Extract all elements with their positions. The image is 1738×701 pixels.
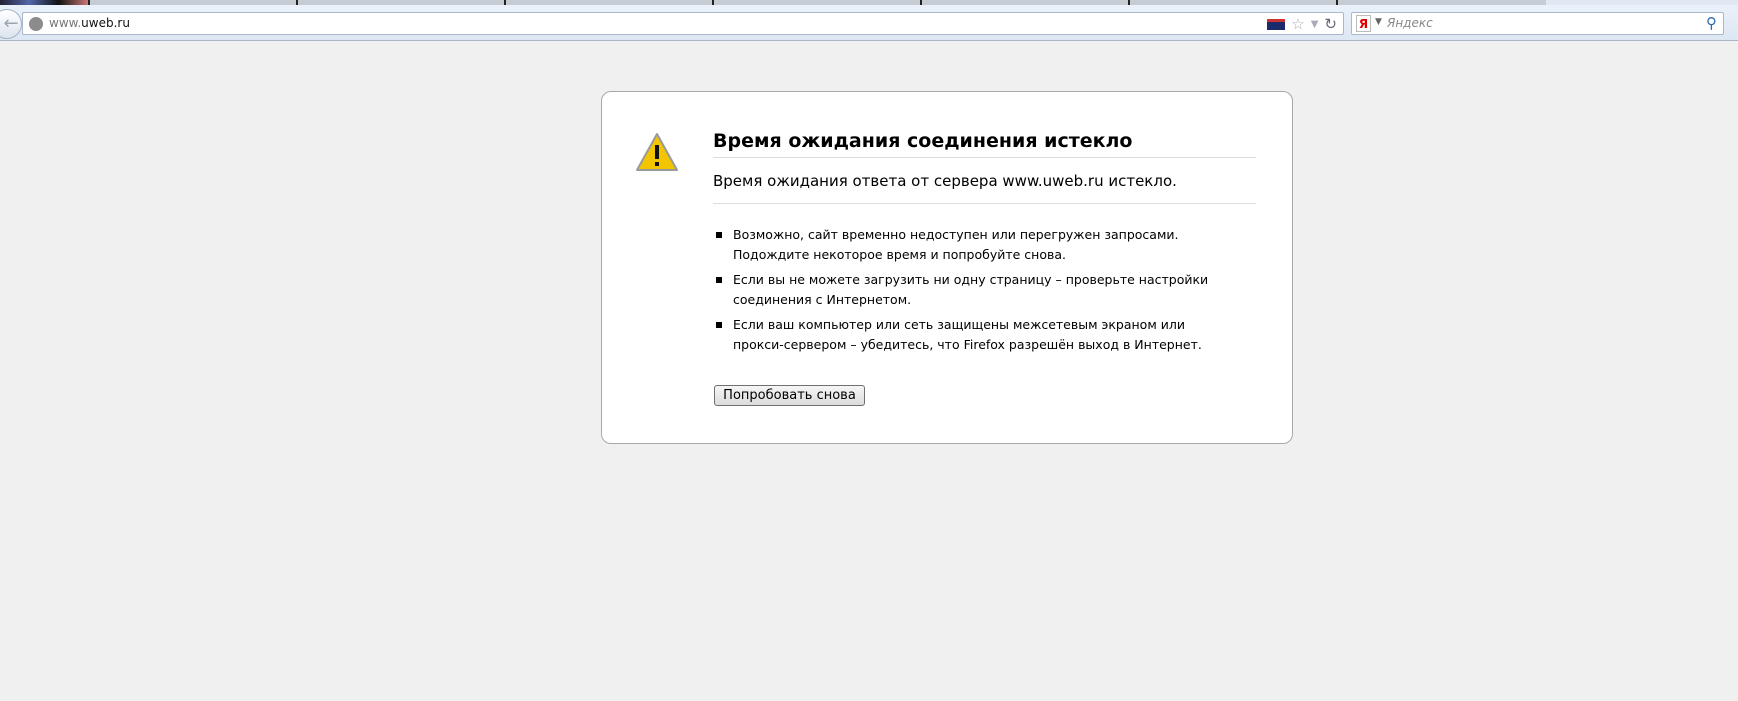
reload-icon[interactable]: ↻ <box>1324 15 1337 33</box>
error-title: Время ожидания соединения истекло <box>713 130 1256 158</box>
search-icon[interactable]: ⚲ <box>1706 14 1717 32</box>
dropdown-arrow-icon[interactable]: ▼ <box>1311 19 1319 30</box>
back-button[interactable]: ← <box>0 9 22 39</box>
engine-dropdown-icon[interactable]: ▼ <box>1375 17 1382 27</box>
url-text[interactable]: www.uweb.ru <box>49 16 130 30</box>
flag-icon <box>1267 18 1286 30</box>
yandex-logo-icon[interactable]: Я <box>1356 15 1371 32</box>
url-prefix: www. <box>49 16 82 30</box>
globe-icon <box>29 17 43 31</box>
url-bar[interactable]: www.uweb.ru ☆ ▼ ↻ <box>22 12 1344 35</box>
bookmark-star-icon[interactable]: ☆ <box>1291 15 1304 33</box>
warning-icon <box>636 133 678 171</box>
list-item: Возможно, сайт временно недоступен или п… <box>713 225 1233 264</box>
error-subtitle: Время ожидания ответа от сервера www.uwe… <box>713 172 1256 204</box>
retry-button[interactable]: Попробовать снова <box>714 385 865 406</box>
list-item: Если вы не можете загрузить ни одну стра… <box>713 270 1233 309</box>
error-card: Время ожидания соединения истекло Время … <box>601 91 1293 444</box>
url-domain: uweb.ru <box>81 16 130 30</box>
navigation-toolbar: ← www.uweb.ru ☆ ▼ ↻ Я ▼ Яндекс ⚲ <box>0 5 1738 41</box>
list-item: Если ваш компьютер или сеть защищены меж… <box>713 315 1233 354</box>
suggestion-list: Возможно, сайт временно недоступен или п… <box>713 225 1233 360</box>
search-input[interactable]: Яндекс <box>1387 16 1433 30</box>
search-bar[interactable]: Я ▼ Яндекс ⚲ <box>1351 12 1724 35</box>
